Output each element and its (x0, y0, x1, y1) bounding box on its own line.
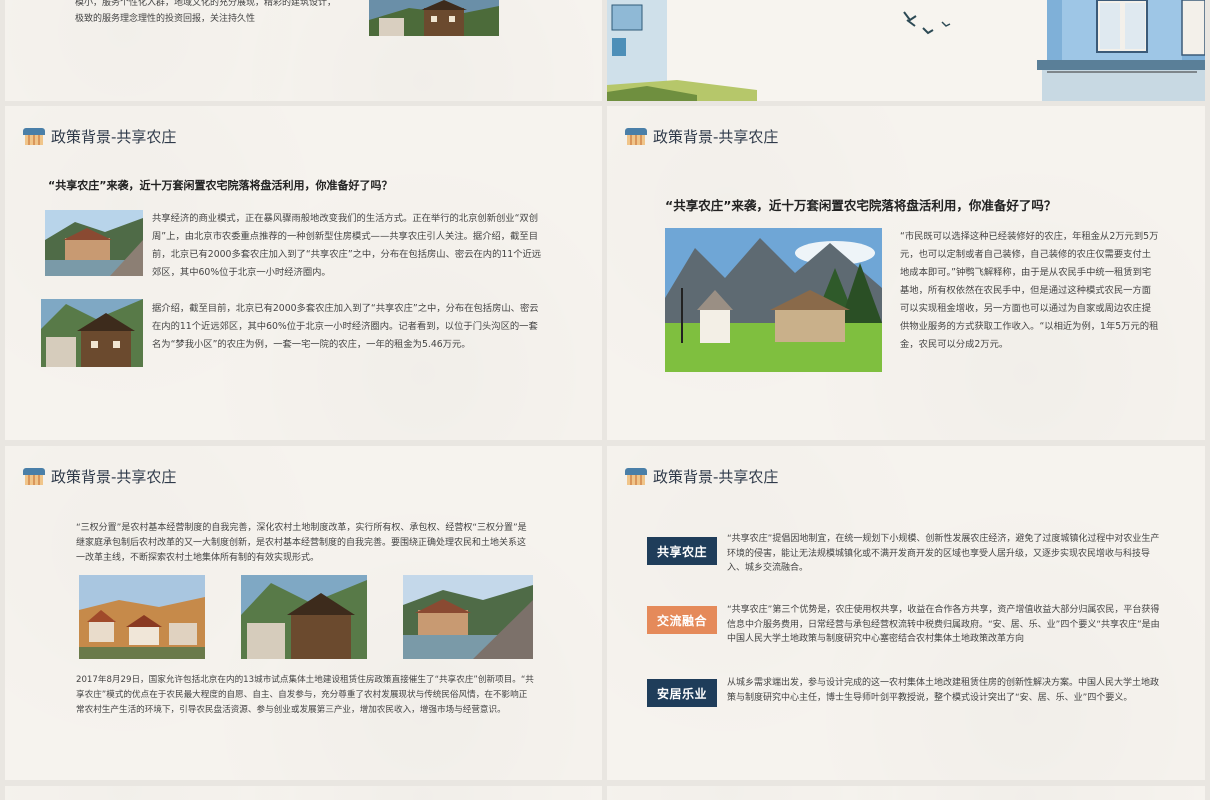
item-text-exchange-integration: “共享农庄”第三个优势是，农庄使用权共享，收益在合作各方共享，资产增值收益大部分… (727, 605, 1160, 644)
top-left-text-2: 极致的服务理念理性的投资回报，关注持久性 (75, 14, 256, 24)
slide-subtitle: “共享农庄”来袭，近十万套闲置农宅院落将盘活利用，你准备好了吗？ (48, 179, 393, 192)
alpine-chapel-photo (665, 228, 882, 372)
riverside-village-photo (45, 210, 143, 276)
section-header: 政策背景-共享农庄 (23, 466, 176, 487)
section-title: 政策背景-共享农庄 (51, 468, 177, 486)
slide-policy-b[interactable]: 政策背景-共享农庄 “共享农庄”来袭，近十万套闲置农宅院落将盘活利用，你准备好了… (607, 106, 1205, 440)
lakeside-houses-photo (241, 575, 367, 659)
house-icon (23, 128, 45, 145)
section-title: 政策背景-共享农庄 (653, 128, 779, 146)
section-header: 政策背景-共享农庄 (625, 126, 778, 147)
item-text-live-and-work: 从城乡需求端出发，参与设计完成的这一农村集体土地改建租赁住房的创新性解决方案。中… (727, 678, 1160, 703)
watercolor-houses-illustration (607, 0, 1205, 101)
town-photo (79, 575, 205, 659)
village-photo (369, 0, 499, 36)
slide-policy-a[interactable]: 政策背景-共享农庄 “共享农庄”来袭，近十万套闲置农宅院落将盘活利用，你准备好了… (5, 106, 602, 440)
section-title: 政策背景-共享农庄 (653, 468, 779, 486)
paragraph: “市民既可以选择这种已经装修好的农庄，年租金从2万元到5万元，也可以定制或者自己… (900, 231, 1159, 350)
section-header: 政策背景-共享农庄 (23, 126, 176, 147)
slide-bottom-right-partial[interactable] (607, 786, 1205, 800)
item-text-share-farm: “共享农庄”提倡因地制宜，在统一规划下小规模、创新性发展农庄经济，避免了过度城镇… (727, 534, 1160, 573)
section-title: 政策背景-共享农庄 (51, 128, 177, 146)
slide-policy-c[interactable]: 政策背景-共享农庄 “三权分置”是农村基本经营制度的自我完善，深化农村土地制度改… (5, 446, 602, 780)
lakeside-village-photo (41, 299, 143, 367)
slide-subtitle: “共享农庄”来袭，近十万套闲置农宅院落将盘活利用，你准备好了吗？ (665, 198, 1057, 213)
slide-top-left[interactable]: 模小，服务个性化入群，地域文化的充分展现，精彩的建筑设计， 极致的服务理念理性的… (5, 0, 602, 101)
house-icon (23, 468, 45, 485)
section-header: 政策背景-共享农庄 (625, 466, 778, 487)
tag-live-and-work: 安居乐业 (647, 679, 717, 707)
paragraph-1: 共享经济的商业模式，正在暴风骤雨般地改变我们的生活方式。正在举行的北京创新创业“… (152, 213, 542, 278)
paragraph-1: “三权分置”是农村基本经营制度的自我完善，深化农村土地制度改革，实行所有权、承包… (76, 523, 527, 563)
house-icon (625, 468, 647, 485)
paragraph-2: 据介绍，截至目前，北京已有2000多套农庄加入到了“共享农庄”之中，分布在包括房… (152, 303, 539, 350)
paragraph-2: 2017年8月29日，国家允许包括北京在内的13城市试点集体土地建设租赁住房政策… (76, 675, 534, 715)
house-icon (625, 128, 647, 145)
tag-share-farm: 共享农庄 (647, 537, 717, 565)
slide-bottom-left-partial[interactable] (5, 786, 602, 800)
tag-exchange-integration: 交流融合 (647, 606, 717, 634)
slide-top-right[interactable] (607, 0, 1205, 101)
ancient-town-photo (403, 575, 533, 659)
